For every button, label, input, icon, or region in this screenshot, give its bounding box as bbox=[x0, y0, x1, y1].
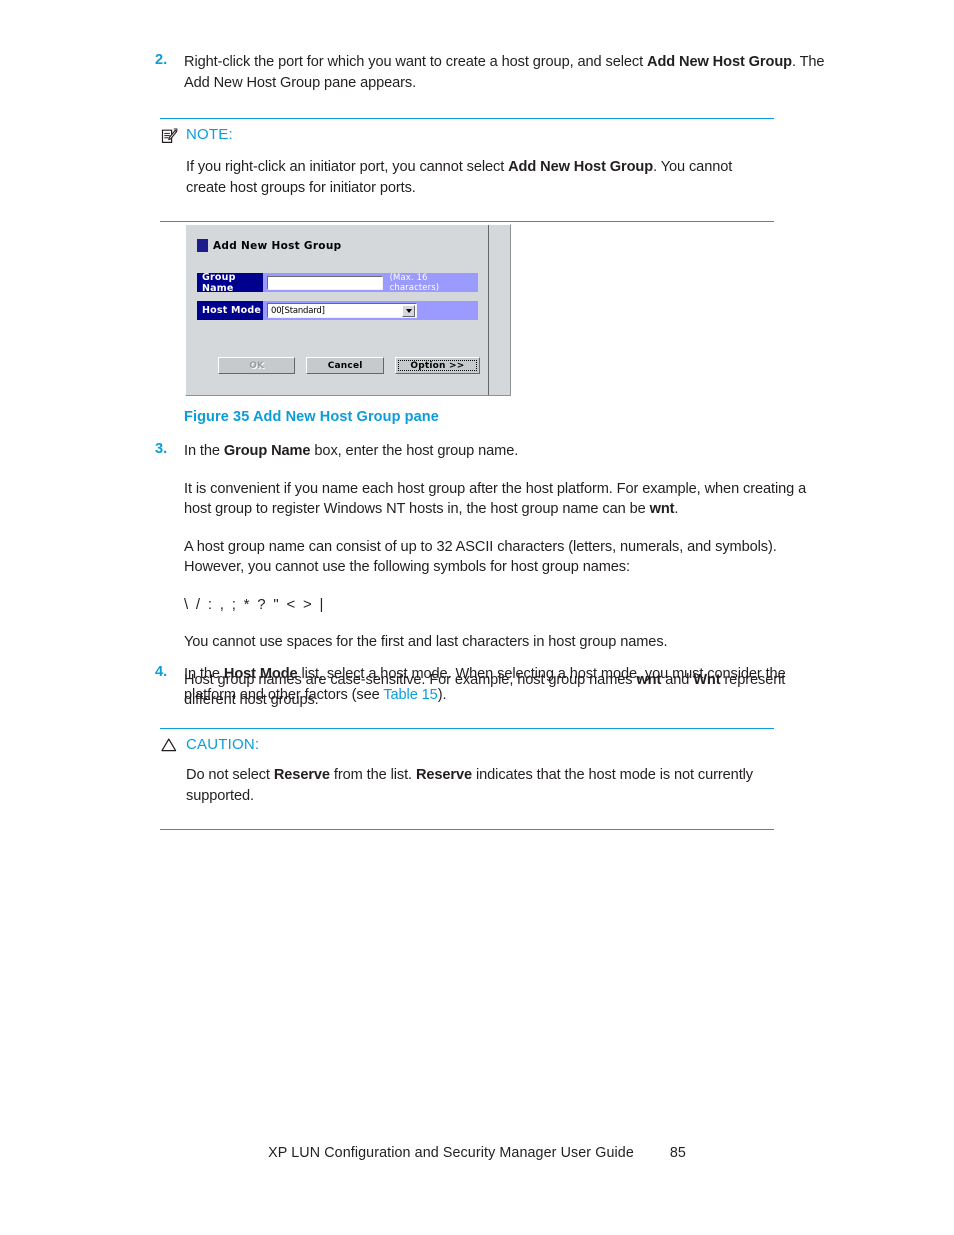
group-name-input[interactable] bbox=[267, 275, 383, 290]
host-mode-select[interactable]: 00[Standard] bbox=[267, 303, 417, 318]
page-footer: XP LUN Configuration and Security Manage… bbox=[0, 1145, 954, 1161]
document-page: 2. Right-click the port for which you wa… bbox=[0, 0, 954, 1235]
caution-top-rule bbox=[160, 728, 774, 729]
step-4-text-before: In the bbox=[184, 666, 224, 682]
caution-text-before: Do not select bbox=[186, 767, 274, 783]
note-text-before: If you right-click an initiator port, yo… bbox=[186, 159, 509, 175]
step-4: 4. In the Host Mode list, select a host … bbox=[152, 664, 828, 705]
host-mode-field-area: 00[Standard] bbox=[263, 301, 478, 320]
note-bold: Add New Host Group bbox=[508, 159, 654, 175]
caution-header: CAUTION: bbox=[160, 736, 774, 757]
caution-body: Do not select Reserve from the list. Res… bbox=[160, 765, 772, 806]
host-mode-selected-value: 00[Standard] bbox=[271, 305, 325, 316]
warning-triangle-icon bbox=[160, 737, 182, 758]
step-3-forbidden-symbols: \ / : , ; * ? " < > | bbox=[184, 595, 326, 613]
dialog-title-swatch-icon bbox=[197, 239, 208, 252]
dialog-title-text: Add New Host Group bbox=[213, 239, 342, 252]
figure-screenshot: Add New Host Group Group Name (Max. 16 c… bbox=[185, 224, 511, 396]
note-body: If you right-click an initiator port, yo… bbox=[160, 157, 772, 198]
step-3-para-5: You cannot use spaces for the first and … bbox=[184, 634, 668, 650]
step-3-para-2: It is convenient if you name each host g… bbox=[184, 479, 828, 520]
group-name-row: Group Name (Max. 16 characters) bbox=[197, 272, 478, 294]
step-3-p1-after: box, enter the host group name. bbox=[310, 443, 519, 459]
footer-title: XP LUN Configuration and Security Manage… bbox=[268, 1145, 634, 1161]
caution-bottom-rule bbox=[160, 829, 774, 830]
ok-button[interactable]: OK bbox=[218, 357, 296, 374]
step-4-text-after: ). bbox=[437, 686, 447, 703]
footer-page-number: 85 bbox=[669, 1145, 686, 1161]
host-mode-row: Host Mode 00[Standard] bbox=[197, 301, 478, 320]
caution-bold-1: Reserve bbox=[273, 767, 330, 783]
caution-admonition: CAUTION: Do not select Reserve from the … bbox=[160, 728, 774, 830]
step-2-number: 2. bbox=[155, 52, 168, 68]
note-admonition: NOTE: If you right-click an initiator po… bbox=[160, 118, 774, 222]
cancel-button[interactable]: Cancel bbox=[306, 357, 384, 374]
group-name-field-area: (Max. 16 characters) bbox=[263, 272, 478, 293]
add-new-host-group-dialog: Add New Host Group Group Name (Max. 16 c… bbox=[186, 225, 489, 395]
step-4-body: In the Host Mode list, select a host mod… bbox=[184, 664, 828, 705]
option-button[interactable]: Option >> bbox=[394, 357, 480, 374]
group-name-hint: (Max. 16 characters) bbox=[389, 272, 440, 293]
step-3-p2-bold: wnt bbox=[649, 501, 675, 517]
step-2: 2. Right-click the port for which you wa… bbox=[152, 52, 828, 93]
caution-bold-2: Reserve bbox=[415, 767, 473, 783]
step-3-p2-after: . bbox=[674, 501, 679, 517]
step-3-para-1: In the Group Name box, enter the host gr… bbox=[184, 441, 828, 462]
chevron-down-icon[interactable] bbox=[402, 304, 415, 317]
caution-title: CAUTION: bbox=[186, 736, 260, 753]
step-2-body: Right-click the port for which you want … bbox=[184, 52, 828, 93]
note-title: NOTE: bbox=[186, 126, 233, 143]
table-15-link[interactable]: Table 15 bbox=[383, 687, 437, 703]
step-2-bold: Add New Host Group bbox=[647, 54, 792, 70]
step-2-text-before: Right-click the port for which you want … bbox=[184, 54, 647, 70]
caution-text-mid: from the list. bbox=[329, 767, 416, 783]
step-3-p2-before: It is convenient if you name each host g… bbox=[184, 480, 807, 518]
group-name-label: Group Name bbox=[197, 272, 263, 294]
dialog-button-bar: OK Cancel Option >> bbox=[218, 357, 480, 374]
option-button-label: Option >> bbox=[410, 360, 465, 371]
step-3-para-3: A host group name can consist of up to 3… bbox=[184, 538, 777, 576]
note-bottom-rule bbox=[160, 221, 774, 222]
note-top-rule bbox=[160, 118, 774, 119]
note-pad-icon bbox=[160, 127, 182, 150]
note-header: NOTE: bbox=[160, 126, 774, 149]
step-4-number: 4. bbox=[155, 664, 168, 680]
host-mode-label: Host Mode bbox=[197, 301, 263, 320]
figure-caption: Figure 35 Add New Host Group pane bbox=[184, 409, 439, 425]
dialog-title-bar: Add New Host Group bbox=[197, 239, 341, 252]
step-4-bold: Host Mode bbox=[223, 666, 298, 682]
step-3-p1-bold: Group Name bbox=[223, 443, 311, 459]
step-3-p1-before: In the bbox=[184, 443, 224, 459]
